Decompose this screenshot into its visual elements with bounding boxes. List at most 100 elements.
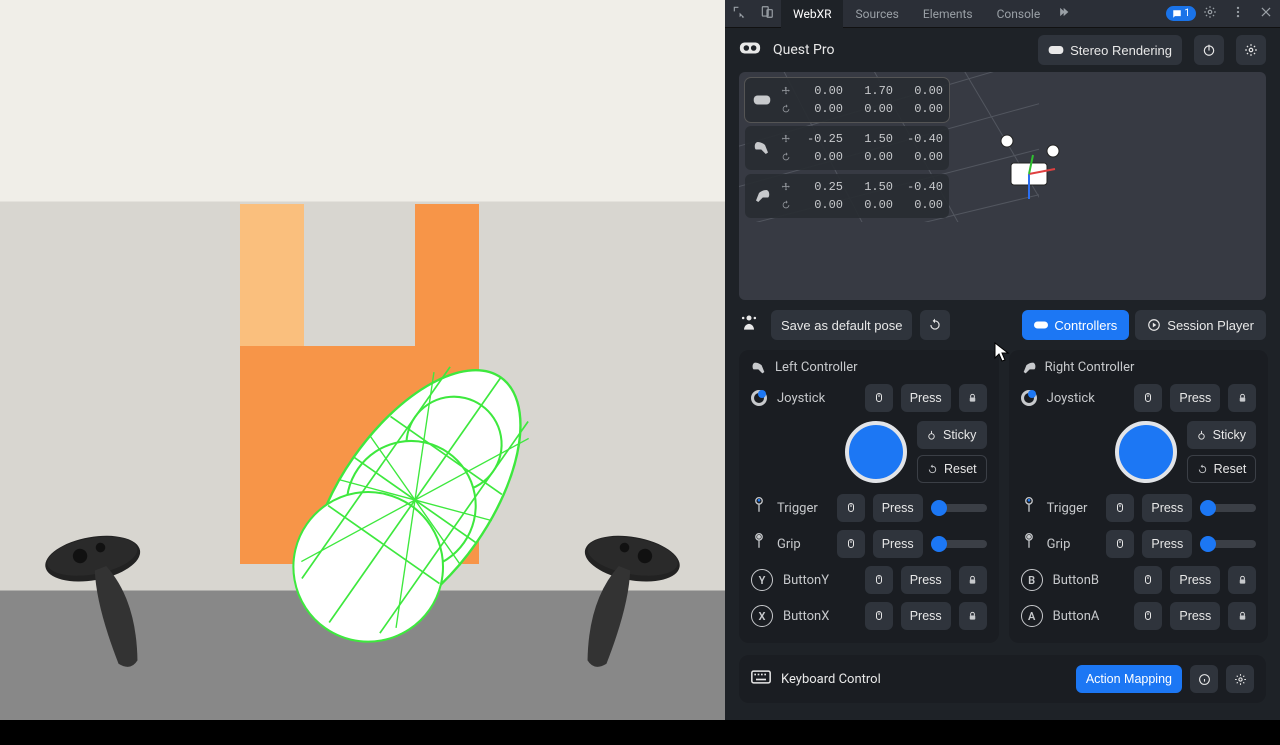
- right-joystick-lock-button[interactable]: [1228, 384, 1256, 412]
- right-trigger-press-button[interactable]: Press: [1142, 494, 1192, 522]
- a-button-icon: A: [1021, 605, 1043, 627]
- right-a-touch-button[interactable]: [1134, 602, 1162, 630]
- pose-row-left[interactable]: -0.25 1.50 -0.40 0.00 0.00 0.00: [745, 126, 949, 170]
- left-trigger-press-button[interactable]: Press: [873, 494, 923, 522]
- left-joystick-row: Joystick Press: [751, 383, 987, 413]
- inspect-icon[interactable]: [725, 5, 753, 22]
- tab-elements[interactable]: Elements: [911, 0, 985, 28]
- kbd-settings-button[interactable]: [1226, 665, 1254, 693]
- right-b-touch-button[interactable]: [1134, 566, 1162, 594]
- rotate-icon: [779, 104, 793, 114]
- right-b-lock-button[interactable]: [1228, 566, 1256, 594]
- issues-badge[interactable]: 1: [1166, 6, 1196, 21]
- scene-block: [240, 204, 304, 347]
- left-trigger-touch-button[interactable]: [837, 494, 865, 522]
- hmd-pos-z: 0.00: [897, 82, 943, 100]
- stereo-rendering-button[interactable]: Stereo Rendering: [1038, 35, 1182, 65]
- joystick-label: Joystick: [777, 391, 825, 406]
- controllers-mode-button[interactable]: Controllers: [1022, 310, 1129, 340]
- left-y-touch-button[interactable]: [865, 566, 893, 594]
- kebab-icon[interactable]: [1224, 5, 1252, 22]
- right-rot-x: 0.00: [797, 196, 843, 214]
- stereo-rendering-label: Stereo Rendering: [1070, 43, 1172, 58]
- left-pos-z: -0.40: [897, 130, 943, 148]
- hmd-pos-x: 0.00: [797, 82, 843, 100]
- move-icon: [779, 86, 793, 96]
- right-grip-touch-button[interactable]: [1106, 530, 1134, 558]
- right-joystick-touch-button[interactable]: [1134, 384, 1162, 412]
- scene-block: [240, 346, 440, 564]
- settings-gear-icon[interactable]: [1196, 5, 1224, 22]
- emulator-3d-viewport[interactable]: 0.00 1.70 0.00 0.00 0.00 0.00: [739, 72, 1266, 300]
- save-pose-button[interactable]: Save as default pose: [771, 310, 912, 340]
- left-grip-press-button[interactable]: Press: [873, 530, 923, 558]
- left-controller-title: Left Controller: [751, 360, 987, 375]
- buttonx-label: ButtonX: [783, 609, 829, 624]
- right-grip-slider[interactable]: [1200, 540, 1256, 548]
- keyboard-control-bar: Keyboard Control Action Mapping: [739, 655, 1266, 703]
- right-reset-button[interactable]: Reset: [1187, 455, 1257, 483]
- left-controller-render: [27, 511, 173, 689]
- pose-row-hmd[interactable]: 0.00 1.70 0.00 0.00 0.00 0.00: [745, 78, 949, 122]
- left-buttony-row: Y ButtonY Press: [751, 565, 987, 595]
- left-joystick-press-button[interactable]: Press: [901, 384, 951, 412]
- hmd-rot-x: 0.00: [797, 100, 843, 118]
- right-a-press-button[interactable]: Press: [1170, 602, 1220, 630]
- left-x-press-button[interactable]: Press: [901, 602, 951, 630]
- buttony-label: ButtonY: [783, 573, 829, 588]
- right-controller-icon: [751, 178, 773, 214]
- right-trigger-touch-button[interactable]: [1106, 494, 1134, 522]
- close-devtools-icon[interactable]: [1252, 5, 1280, 22]
- left-sticky-button[interactable]: Sticky: [917, 421, 987, 449]
- left-buttonx-row: X ButtonX Press: [751, 601, 987, 631]
- left-trigger-slider[interactable]: [931, 504, 987, 512]
- more-tabs-icon[interactable]: [1052, 5, 1080, 22]
- tab-console[interactable]: Console: [985, 0, 1053, 28]
- grip-icon: [751, 533, 767, 555]
- right-grip-press-button[interactable]: Press: [1142, 530, 1192, 558]
- pose-row-right[interactable]: 0.25 1.50 -0.40 0.00 0.00 0.00: [745, 174, 949, 218]
- left-x-touch-button[interactable]: [865, 602, 893, 630]
- device-name: Quest Pro: [773, 42, 834, 58]
- left-rot-z: 0.00: [897, 148, 943, 166]
- left-grip-touch-button[interactable]: [837, 530, 865, 558]
- left-grip-row: Grip Press: [751, 529, 987, 559]
- page-viewport: [0, 0, 725, 720]
- joystick-icon: [751, 390, 767, 406]
- pose-action-bar: Save as default pose Controllers Session…: [725, 300, 1280, 350]
- right-trigger-slider[interactable]: [1200, 504, 1256, 512]
- left-rot-y: 0.00: [847, 148, 893, 166]
- right-b-press-button[interactable]: Press: [1170, 566, 1220, 594]
- panel-settings-button[interactable]: [1236, 35, 1266, 65]
- right-grip-row: Grip Press: [1021, 529, 1257, 559]
- left-y-press-button[interactable]: Press: [901, 566, 951, 594]
- left-grip-slider[interactable]: [931, 540, 987, 548]
- action-mapping-button[interactable]: Action Mapping: [1076, 665, 1182, 693]
- right-a-lock-button[interactable]: [1228, 602, 1256, 630]
- session-player-button[interactable]: Session Player: [1135, 310, 1266, 340]
- right-joystick-row: Joystick Press: [1021, 383, 1257, 413]
- left-joystick-lock-button[interactable]: [959, 384, 987, 412]
- y-button-icon: Y: [751, 569, 773, 591]
- hmd-rot-z: 0.00: [897, 100, 943, 118]
- right-joystick-pad[interactable]: [1115, 421, 1177, 483]
- left-x-lock-button[interactable]: [959, 602, 987, 630]
- devtools-tab-bar: WebXR Sources Elements Console 1: [725, 0, 1280, 28]
- device-toggle-icon[interactable]: [753, 5, 781, 22]
- pose-readout: 0.00 1.70 0.00 0.00 0.00 0.00: [745, 78, 949, 218]
- kbd-info-button[interactable]: [1190, 665, 1218, 693]
- power-button[interactable]: [1194, 35, 1224, 65]
- reset-pose-button[interactable]: [920, 310, 950, 340]
- right-sticky-button[interactable]: Sticky: [1187, 421, 1257, 449]
- left-y-lock-button[interactable]: [959, 566, 987, 594]
- joystick-icon: [1021, 390, 1037, 406]
- left-reset-button[interactable]: Reset: [917, 455, 987, 483]
- left-joystick-touch-button[interactable]: [865, 384, 893, 412]
- right-joystick-press-button[interactable]: Press: [1170, 384, 1220, 412]
- issues-count: 1: [1184, 6, 1190, 21]
- tab-sources[interactable]: Sources: [843, 0, 910, 28]
- right-pos-y: 1.50: [847, 178, 893, 196]
- left-joystick-pad[interactable]: [845, 421, 907, 483]
- hmd-pos-y: 1.70: [847, 82, 893, 100]
- tab-webxr[interactable]: WebXR: [781, 0, 843, 28]
